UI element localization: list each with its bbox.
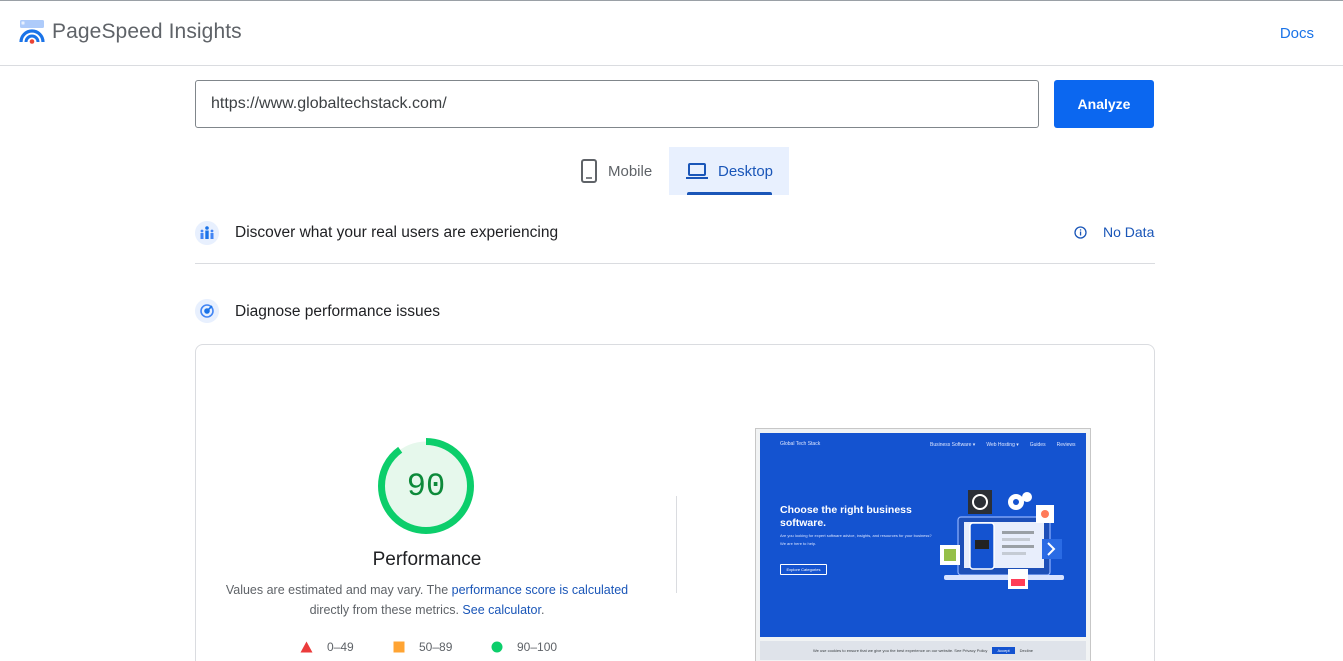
performance-score: 90 (406, 468, 446, 505)
screenshot-cookie-bar: We use cookies to ensure that we give yo… (760, 641, 1086, 660)
analyze-button[interactable]: Analyze (1054, 80, 1154, 128)
screenshot-body-line: We are here to help. (780, 540, 817, 546)
legend-fail-label: 0–49 (327, 640, 354, 654)
screenshot-cookie-accept: Accept (992, 647, 1015, 654)
screenshot-body: Are you looking for expert software advi… (780, 533, 940, 546)
legend-pass-label: 90–100 (517, 640, 558, 654)
legend-pass: 90–100 (491, 640, 557, 654)
screenshot-nav-item: Reviews (1056, 442, 1076, 448)
screenshot-brand: Global Tech Stack (780, 441, 821, 447)
screenshot-body-line: Are you looking for expert software advi… (780, 533, 932, 538)
screenshot-nav: Global Tech Stack Business Software ▾ We… (760, 433, 1086, 453)
screenshot-hero: Global Tech Stack Business Software ▾ We… (760, 433, 1086, 637)
real-users-icon (195, 221, 219, 245)
desc-prefix: Values are estimated and may vary. The (225, 583, 452, 597)
performance-description: Values are estimated and may vary. The p… (217, 580, 637, 620)
diagnose-icon (195, 299, 219, 323)
url-input[interactable] (195, 80, 1039, 128)
legend-fail: 0–49 (300, 640, 354, 654)
tab-desktop-label: Desktop (718, 162, 774, 180)
screenshot-button: Explore Categories (780, 564, 827, 575)
screenshot-nav-item: Business Software ▾ (930, 442, 976, 448)
laptop-icon (686, 163, 708, 179)
diagnose-title: Diagnose performance issues (235, 303, 441, 320)
performance-score-link[interactable]: performance score is calculated (452, 583, 628, 597)
screenshot-nav-links: Business Software ▾ Web Hosting ▾ Guides… (930, 442, 1076, 448)
see-calculator-link[interactable]: See calculator (462, 603, 541, 617)
screenshot-cookie-decline: Decline (1019, 648, 1034, 653)
circle-icon (491, 641, 503, 653)
screenshot-illustration (940, 490, 1064, 589)
screenshot-nav-item: Web Hosting ▾ (986, 442, 1019, 448)
page-screenshot: Global Tech Stack Business Software ▾ We… (755, 428, 1091, 661)
square-icon (393, 641, 405, 653)
screenshot-cookie-text: We use cookies to ensure that we give yo… (812, 648, 988, 653)
vertical-separator (676, 496, 677, 593)
tab-desktop[interactable]: Desktop (669, 147, 789, 195)
tab-mobile-label: Mobile (608, 162, 653, 180)
legend-average: 50–89 (393, 640, 452, 654)
no-data-status[interactable]: No Data (1103, 224, 1154, 240)
legend-average-label: 50–89 (419, 640, 453, 654)
triangle-icon (300, 641, 313, 653)
real-users-title: Discover what your real users are experi… (235, 224, 559, 241)
app-header: PageSpeed Insights Docs (0, 1, 1343, 66)
desc-middle: directly from these metrics. (309, 603, 463, 617)
app-title: PageSpeed Insights (52, 20, 242, 43)
section-divider (195, 263, 1155, 264)
docs-link[interactable]: Docs (1280, 25, 1314, 42)
performance-title: Performance (372, 549, 482, 570)
desc-suffix: . (540, 603, 545, 617)
info-icon[interactable] (1074, 226, 1087, 239)
screenshot-nav-item: Guides (1029, 442, 1046, 448)
screenshot-headline: Choose the right business software. (780, 504, 912, 529)
tab-selected-indicator (687, 192, 772, 195)
smartphone-icon (581, 159, 597, 183)
pagespeed-logo-icon[interactable] (19, 19, 45, 45)
tab-mobile[interactable]: Mobile (570, 147, 668, 195)
